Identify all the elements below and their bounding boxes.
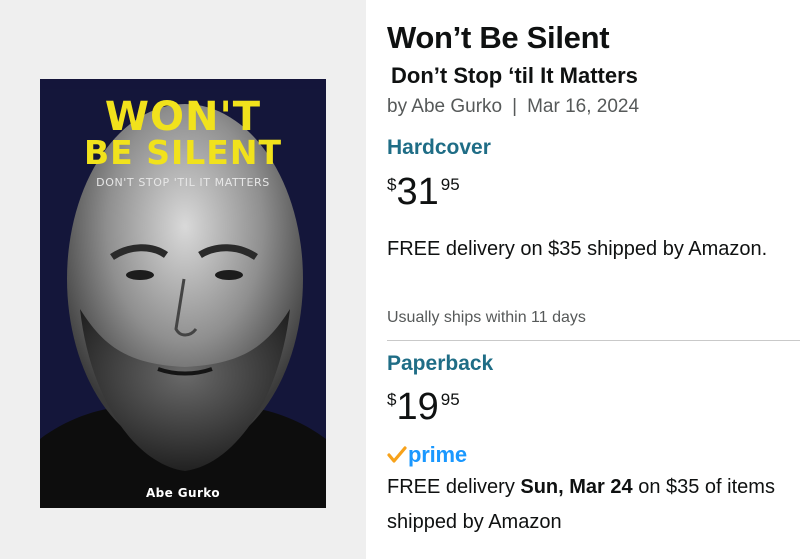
byline-author[interactable]: by Abe Gurko [387, 96, 502, 117]
prime-badge: prime [387, 441, 467, 469]
hardcover-delivery-message: FREE delivery on $35 shipped by Amazon. [387, 238, 768, 260]
price-whole: 31 [396, 171, 439, 213]
book-cover-image[interactable]: WON'T BE SILENT DON'T STOP 'TIL IT MATTE… [40, 79, 326, 508]
paperback-price: $19 95 [387, 387, 460, 427]
cover-author: Abe Gurko [145, 486, 220, 500]
hardcover-price: $31 95 [387, 172, 460, 212]
price-fraction: 95 [440, 175, 460, 194]
divider [387, 340, 800, 341]
cover-panel: WON'T BE SILENT DON'T STOP 'TIL IT MATTE… [0, 0, 366, 559]
hardcover-shipping-time: Usually ships within 11 days [387, 309, 586, 326]
byline: by Abe Gurko | Mar 16, 2024 [387, 96, 639, 118]
paperback-delivery-message: FREE delivery Sun, Mar 24 on $35 of item… [387, 470, 792, 540]
cover-title-line1: WON'T [104, 94, 262, 140]
product-info: Won’t Be Silent Don’t Stop ‘til It Matte… [387, 0, 800, 559]
delivery-prefix: FREE delivery [387, 476, 521, 498]
product-title[interactable]: Won’t Be Silent [387, 20, 610, 56]
cover-title-line2: BE SILENT [84, 133, 282, 172]
prime-label: prime [408, 442, 467, 467]
product-subtitle: Don’t Stop ‘til It Matters [391, 63, 638, 88]
byline-separator: | [512, 96, 518, 117]
delivery-date: Sun, Mar 24 [520, 476, 633, 498]
format-hardcover-link[interactable]: Hardcover [387, 136, 491, 160]
price-symbol: $ [387, 175, 397, 194]
price-whole: 19 [396, 386, 439, 428]
price-symbol: $ [387, 390, 397, 409]
publication-date: Mar 16, 2024 [527, 96, 640, 117]
price-fraction: 95 [440, 390, 460, 409]
format-paperback-link[interactable]: Paperback [387, 352, 493, 376]
prime-check-icon [387, 446, 407, 463]
cover-subtitle: DON'T STOP 'TIL IT MATTERS [96, 176, 270, 189]
